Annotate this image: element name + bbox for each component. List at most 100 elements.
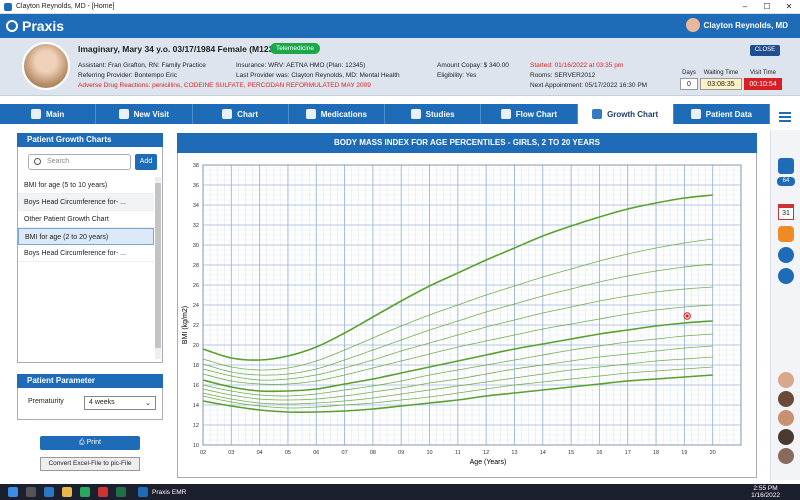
close-window-button[interactable]: ✕ xyxy=(778,0,800,14)
list-item-selected[interactable]: BMI for age (2 to 20 years) xyxy=(18,228,154,245)
list-item[interactable]: BMI for age (5 to 10 years) xyxy=(18,177,154,194)
list-scrollbar[interactable] xyxy=(155,177,161,359)
waiting-stat: Waiting Time 03:08:35 xyxy=(700,70,742,90)
flow-chart-icon xyxy=(500,109,511,119)
prematurity-select[interactable]: 4 weeks ⌄ xyxy=(84,396,156,410)
tab-medications[interactable]: Medications xyxy=(289,104,385,124)
list-item[interactable]: Boys Head Circumference for- ... xyxy=(18,245,154,262)
contact-avatar[interactable] xyxy=(778,372,794,388)
convert-excel-button[interactable]: Convert Excel-File to pic-File xyxy=(40,457,140,471)
search-placeholder: Search xyxy=(47,158,70,165)
message-icon[interactable] xyxy=(778,268,794,284)
taskbar-app-label: Praxis EMR xyxy=(152,488,187,496)
clock-date: 1/16/2022 xyxy=(751,492,780,499)
contact-avatar[interactable] xyxy=(778,448,794,464)
print-button[interactable]: ⎙ Print xyxy=(40,436,140,450)
tab-label: Main xyxy=(46,109,65,119)
chart-icon xyxy=(222,109,233,119)
x-tick-label: 15 xyxy=(568,450,574,456)
y-tick-label: 16 xyxy=(193,383,199,389)
search-input[interactable]: Search xyxy=(28,154,131,170)
taskbar-clock[interactable]: 2:55 PM 1/16/2022 xyxy=(751,485,780,499)
calendar-icon[interactable]: 31 xyxy=(778,204,794,220)
maximize-button[interactable]: ☐ xyxy=(756,0,778,14)
x-tick-label: 07 xyxy=(342,450,348,456)
y-tick-label: 20 xyxy=(193,343,199,349)
list-item[interactable]: Other Patient Growth Chart xyxy=(18,211,154,228)
x-tick-label: 19 xyxy=(681,450,687,456)
adr-value: penicillins, CODEINE SULFATE, PERCODAN R… xyxy=(152,82,371,89)
x-tick-label: 14 xyxy=(540,450,546,456)
tab-label: Patient Data xyxy=(705,109,752,119)
y-tick-label: 30 xyxy=(193,243,199,249)
growth-chart-list: BMI for age (5 to 10 years) Boys Head Ci… xyxy=(18,177,154,262)
mail-icon[interactable] xyxy=(778,158,794,174)
chrome-icon[interactable] xyxy=(80,487,90,497)
medications-icon xyxy=(305,109,316,119)
x-tick-label: 17 xyxy=(625,450,631,456)
days-value: 0 xyxy=(680,78,698,90)
assistant-text: Assistant: Fran Grafton, RN: Family Prac… xyxy=(78,62,206,69)
mail-count-badge: 64 xyxy=(777,177,795,186)
excel-icon[interactable] xyxy=(116,487,126,497)
tab-studies[interactable]: Studies xyxy=(385,104,482,124)
visit-label: Visit Time xyxy=(750,70,776,76)
word-icon[interactable] xyxy=(44,487,54,497)
x-tick-label: 12 xyxy=(483,450,489,456)
user-menu[interactable]: Clayton Reynolds, MD xyxy=(685,18,788,32)
x-tick-label: 18 xyxy=(653,450,659,456)
start-icon[interactable] xyxy=(8,487,18,497)
telemedicine-badge[interactable]: Telemedicine xyxy=(270,43,320,54)
copay-text: Amount Copay: $ 340.00 xyxy=(437,62,509,69)
praxis-icon xyxy=(138,487,148,497)
waiting-label: Waiting Time xyxy=(703,70,739,76)
y-tick-label: 18 xyxy=(193,363,199,369)
x-tick-label: 04 xyxy=(257,450,263,456)
x-tick-label: 08 xyxy=(370,450,376,456)
visit-value: 00:10:54 xyxy=(744,78,782,90)
tab-patient-data[interactable]: Patient Data xyxy=(674,104,770,124)
chart-title: BODY MASS INDEX FOR AGE PERCENTILES - GI… xyxy=(177,133,757,153)
x-tick-label: 10 xyxy=(426,450,432,456)
x-tick-label: 03 xyxy=(228,450,234,456)
close-patient-button[interactable]: CLOSE xyxy=(750,45,780,56)
folder-icon[interactable] xyxy=(62,487,72,497)
visit-stat: Visit Time 00:10:54 xyxy=(744,70,782,90)
tab-flow-chart[interactable]: Flow Chart xyxy=(481,104,578,124)
studies-icon xyxy=(410,109,421,119)
x-tick-label: 02 xyxy=(200,450,206,456)
tab-label: Chart xyxy=(237,109,259,119)
add-button[interactable]: Add xyxy=(135,154,157,170)
hamburger-menu-icon[interactable] xyxy=(770,104,800,130)
search-icon[interactable] xyxy=(26,487,36,497)
contact-avatar[interactable] xyxy=(778,391,794,407)
tab-growth-chart[interactable]: Growth Chart xyxy=(577,104,674,124)
list-item[interactable]: Boys Head Circumference for- ... xyxy=(18,194,154,211)
window-controls: – ☐ ✕ xyxy=(734,0,800,14)
minimize-button[interactable]: – xyxy=(734,0,756,14)
filezilla-icon[interactable] xyxy=(98,487,108,497)
main-tabs: Main New Visit Chart Medications Studies… xyxy=(0,104,770,124)
tab-chart[interactable]: Chart xyxy=(193,104,289,124)
print-icon: ⎙ xyxy=(79,439,87,446)
vital-signs-icon[interactable] xyxy=(778,247,794,263)
y-tick-label: 12 xyxy=(193,423,199,429)
prematurity-value: 4 weeks xyxy=(89,399,115,406)
contact-avatar[interactable] xyxy=(778,410,794,426)
tab-label: Medications xyxy=(320,109,367,119)
scrollbar-thumb[interactable] xyxy=(155,183,161,348)
tab-label: Flow Chart xyxy=(515,109,558,119)
x-tick-label: 09 xyxy=(398,450,404,456)
tab-new-visit[interactable]: New Visit xyxy=(96,104,193,124)
growth-chart-icon xyxy=(592,109,603,119)
contact-avatar[interactable] xyxy=(778,429,794,445)
growth-charts-panel: Search Add BMI for age (5 to 10 years) B… xyxy=(17,133,163,363)
x-tick-label: 13 xyxy=(511,450,517,456)
next-appointment-text: Next Appointment: 05/17/2022 16:30 PM xyxy=(530,82,648,89)
waiting-value: 03:08:35 xyxy=(700,78,742,90)
tab-main[interactable]: Main xyxy=(0,104,97,124)
prescription-icon[interactable] xyxy=(778,226,794,242)
tab-label: Growth Chart xyxy=(607,109,659,119)
prematurity-label: Prematurity xyxy=(28,398,64,405)
taskbar-praxis-app[interactable]: Praxis EMR xyxy=(138,487,186,497)
